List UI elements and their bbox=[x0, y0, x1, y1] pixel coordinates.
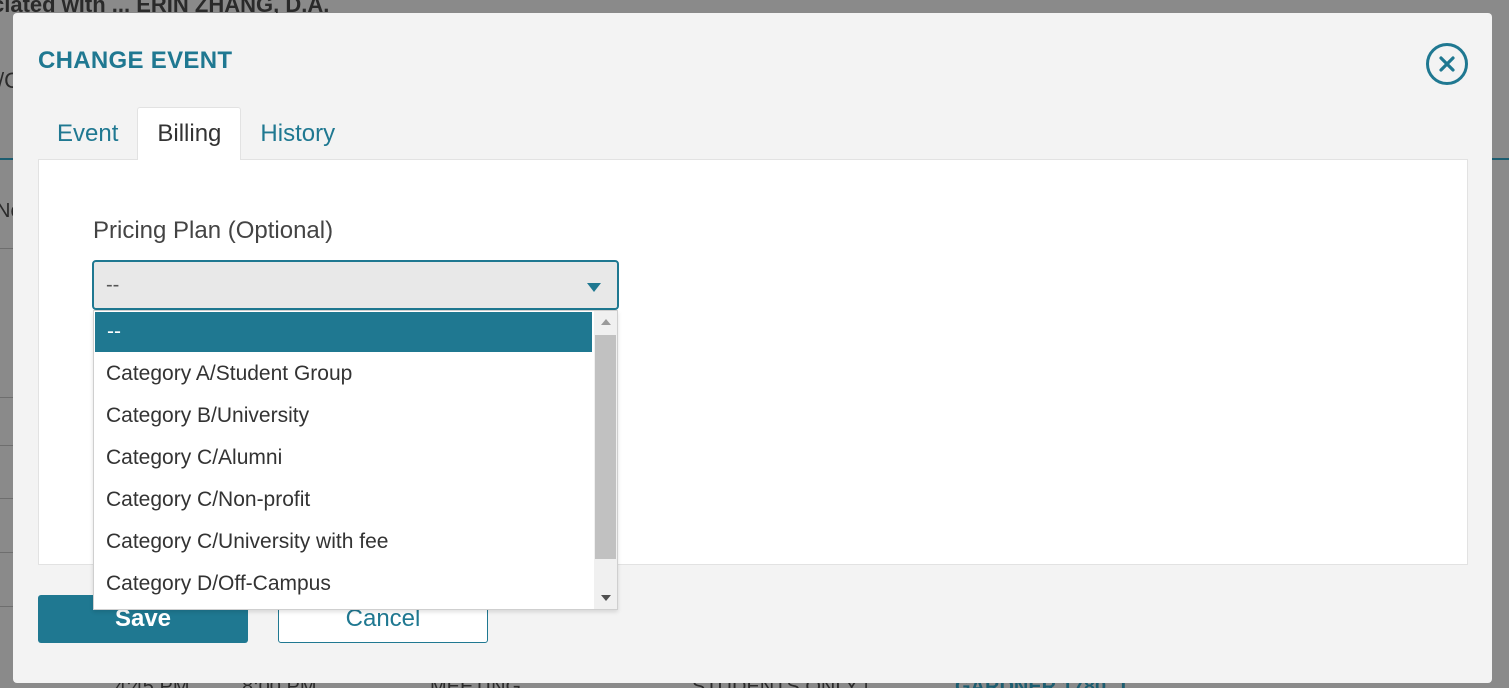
scroll-down-arrow-icon[interactable] bbox=[601, 595, 611, 601]
background-row-line bbox=[0, 397, 14, 398]
background-row-line bbox=[0, 445, 14, 446]
background-row-line bbox=[0, 498, 14, 499]
dropdown-scrollbar[interactable] bbox=[594, 311, 617, 609]
tab-history[interactable]: History bbox=[241, 107, 354, 160]
background-row-line bbox=[0, 248, 14, 249]
dropdown-option[interactable]: Category C/Alumni bbox=[94, 437, 594, 479]
pricing-plan-label: Pricing Plan (Optional) bbox=[93, 217, 334, 244]
pricing-plan-select[interactable]: -- bbox=[92, 260, 619, 310]
tab-event[interactable]: Event bbox=[38, 107, 137, 160]
dialog-title: CHANGE EVENT bbox=[38, 47, 233, 74]
scroll-up-arrow-icon[interactable] bbox=[601, 319, 611, 325]
dropdown-option[interactable]: Category C/Non-profit bbox=[94, 479, 594, 521]
scroll-thumb[interactable] bbox=[595, 335, 616, 559]
close-button[interactable] bbox=[1426, 43, 1468, 85]
tab-bar: Event Billing History bbox=[38, 107, 354, 160]
background-divider bbox=[1492, 158, 1509, 160]
chevron-down-icon bbox=[587, 283, 601, 292]
pricing-plan-selected-value: -- bbox=[106, 274, 120, 296]
background-divider bbox=[0, 158, 14, 160]
tab-billing[interactable]: Billing bbox=[137, 107, 242, 160]
dropdown-option[interactable]: Category A/Student Group bbox=[94, 353, 594, 395]
dropdown-option[interactable]: Category C/University with fee bbox=[94, 521, 594, 563]
close-icon bbox=[1439, 56, 1455, 72]
pricing-plan-dropdown-list: -- Category A/Student Group Category B/U… bbox=[93, 310, 618, 610]
dropdown-option[interactable]: -- bbox=[95, 312, 592, 352]
background-row-line bbox=[0, 606, 14, 607]
background-row-line bbox=[0, 552, 14, 553]
dropdown-option[interactable]: Category B/University bbox=[94, 395, 594, 437]
dropdown-option[interactable]: Category D/Off-Campus bbox=[94, 563, 594, 605]
